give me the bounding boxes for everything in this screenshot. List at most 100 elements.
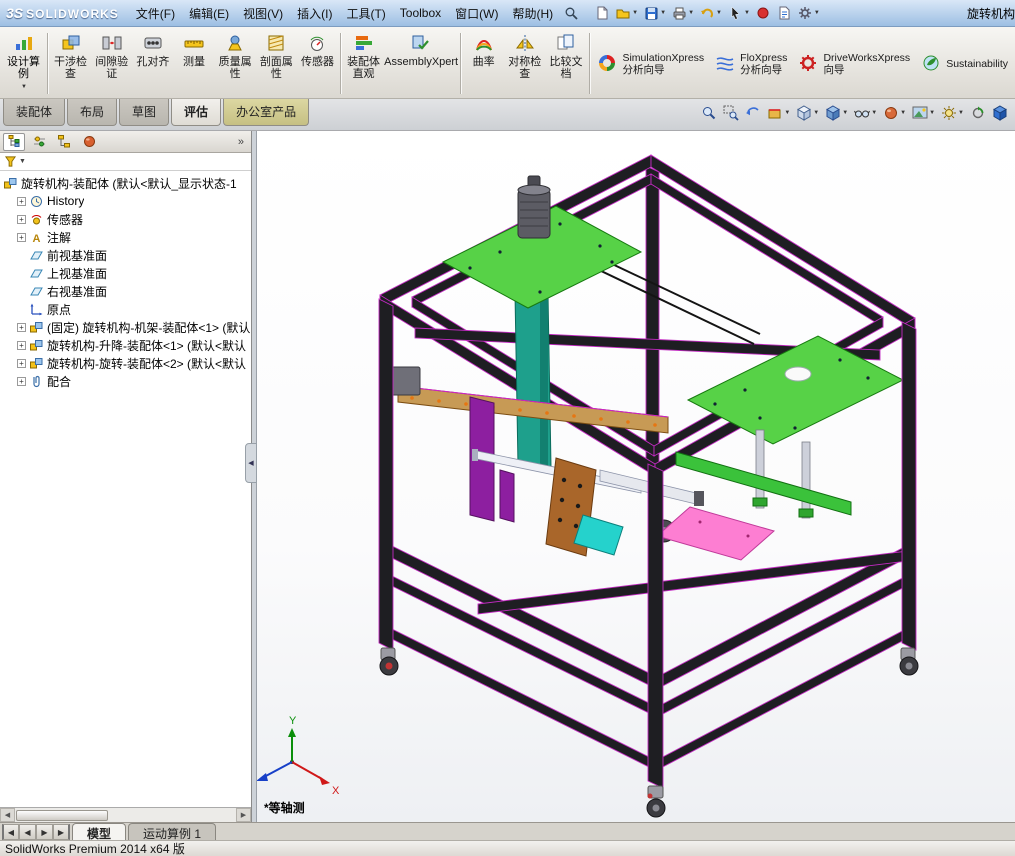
zoom-area-icon[interactable] [721,102,741,124]
dropdown-arrow-icon[interactable]: ▼ [21,81,27,93]
rebuild-icon[interactable] [753,2,773,24]
scroll-left-icon[interactable]: ◀ [0,808,15,822]
expand-icon[interactable]: + [17,232,26,242]
save-icon[interactable]: ▼ [641,2,668,24]
model-canvas[interactable]: Y X Z [257,131,1015,822]
expand-icon[interactable]: + [17,196,26,206]
last-tab-icon[interactable]: ▶ [53,824,70,840]
tree-item-lift-assembly[interactable]: + 旋转机构-升降-装配体<1> (默认<默认 [0,336,251,354]
feature-manager-tab[interactable] [3,132,25,151]
sensors-button[interactable]: 传感器 [297,29,338,98]
tree-item-history[interactable]: + History [0,192,251,210]
expand-icon[interactable]: + [17,214,26,224]
display-style-icon[interactable]: ▼ [823,102,850,124]
simulationxpress-button[interactable]: SimulationXpress 分析向导 [591,29,709,98]
section-properties-button[interactable]: 剖面属性 [256,29,297,98]
dropdown-arrow-icon[interactable]: ▼ [814,10,820,16]
section-view-icon[interactable]: ▼ [765,102,792,124]
search-icon[interactable] [560,3,582,23]
dropdown-arrow-icon[interactable]: ▼ [632,10,638,16]
dropdown-arrow-icon[interactable]: ▼ [813,110,819,116]
tree-item-top-plane[interactable]: 上视基准面 [0,264,251,282]
tab-office-products[interactable]: 办公室产品 [223,99,310,126]
dropdown-arrow-icon[interactable]: ▼ [900,110,906,116]
tree-item-frame-assembly[interactable]: + (固定) 旋转机构-机架-装配体<1> (默认 [0,318,251,336]
tab-evaluate[interactable]: 评估 [171,99,222,126]
new-document-icon[interactable] [592,2,612,24]
menu-file[interactable]: 文件(F) [129,1,182,26]
view-settings-icon[interactable]: ▼ [939,102,966,124]
tree-item-origin[interactable]: 原点 [0,300,251,318]
menu-window[interactable]: 窗口(W) [448,1,505,26]
select-cursor-icon[interactable]: ▼ [725,2,752,24]
panel-horizontal-scrollbar[interactable]: ◀ ▶ [0,807,251,822]
dropdown-arrow-icon[interactable]: ▼ [716,10,722,16]
symmetry-check-button[interactable]: 对称检查 [504,29,545,98]
expand-icon[interactable]: + [17,340,26,350]
previous-view-icon[interactable] [743,102,763,124]
view-orientation-icon[interactable]: ▼ [794,102,821,124]
filter-dropdown-icon[interactable]: ▼ [19,158,26,165]
tree-item-rotate-assembly[interactable]: + 旋转机构-旋转-装配体<2> (默认<默认 [0,354,251,372]
tree-item-annotations[interactable]: + A 注解 [0,228,251,246]
open-icon[interactable]: ▼ [613,2,640,24]
measure-button[interactable]: 测量 [173,29,214,98]
display-manager-tab[interactable] [78,133,100,151]
configuration-manager-tab[interactable] [53,133,75,151]
first-tab-icon[interactable]: ◀ [2,824,19,840]
scroll-right-icon[interactable]: ▶ [236,808,251,822]
assemblyxpert-button[interactable]: AssemblyXpert [384,29,458,98]
print-icon[interactable]: ▼ [669,2,696,24]
rotate-view-icon[interactable] [968,102,988,124]
menu-help[interactable]: 帮助(H) [505,1,560,26]
prev-tab-icon[interactable]: ◀ [19,824,36,840]
options-icon[interactable]: ▼ [795,2,822,24]
menu-edit[interactable]: 编辑(E) [182,1,236,26]
expand-icon[interactable]: + [17,358,26,368]
tree-filter-row[interactable]: ▼ [0,153,251,171]
edit-appearance-icon[interactable]: ▼ [881,102,908,124]
curvature-button[interactable]: 曲率 [463,29,504,98]
dropdown-arrow-icon[interactable]: ▼ [744,10,750,16]
tree-item-mates[interactable]: + 配合 [0,372,251,390]
driveworksxpress-button[interactable]: DriveWorksXpress 向导 [792,29,915,98]
design-study-button[interactable]: 设计算例 ▼ [2,29,45,98]
dropdown-arrow-icon[interactable]: ▼ [929,110,935,116]
dropdown-arrow-icon[interactable]: ▼ [784,110,790,116]
sustainability-button[interactable]: Sustainability [915,29,1013,98]
clearance-verification-button[interactable]: 间隙验证 [91,29,132,98]
menu-toolbox[interactable]: Toolbox [393,2,448,24]
dropdown-arrow-icon[interactable]: ▼ [842,110,848,116]
tab-layout[interactable]: 布局 [67,99,118,126]
tree-item-front-plane[interactable]: 前视基准面 [0,246,251,264]
hide-show-items-icon[interactable]: ▼ [852,102,879,124]
tree-item-sensors[interactable]: + 传感器 [0,210,251,228]
dropdown-arrow-icon[interactable]: ▼ [660,10,666,16]
expand-icon[interactable]: + [17,376,26,386]
assembly-visualization-button[interactable]: 装配体直观 [343,29,384,98]
tree-item-right-plane[interactable]: 右视基准面 [0,282,251,300]
floxpress-button[interactable]: FloXpress 分析向导 [709,29,792,98]
next-tab-icon[interactable]: ▶ [36,824,53,840]
compare-documents-button[interactable]: 比较文档 [545,29,586,98]
expand-icon[interactable]: + [17,322,26,332]
hole-alignment-button[interactable]: 孔对齐 [132,29,173,98]
property-manager-tab[interactable] [28,133,50,151]
tree-item-root[interactable]: 旋转机构-装配体 (默认<默认_显示状态-1 [0,174,251,192]
file-properties-icon[interactable] [774,2,794,24]
mass-properties-button[interactable]: 质量属性 [215,29,256,98]
menu-view[interactable]: 视图(V) [236,1,290,26]
menu-insert[interactable]: 插入(I) [290,1,339,26]
scrollbar-thumb[interactable] [16,809,108,821]
apply-scene-icon[interactable]: ▼ [910,102,937,124]
view-cube-icon[interactable] [990,102,1010,124]
collapse-panel-icon[interactable]: ◀ [245,443,257,483]
front-leg[interactable] [646,463,666,818]
dropdown-arrow-icon[interactable]: ▼ [871,110,877,116]
interference-check-button[interactable]: 干涉检查 [50,29,91,98]
dropdown-arrow-icon[interactable]: ▼ [688,10,694,16]
undo-icon[interactable]: ▼ [697,2,724,24]
graphics-viewport[interactable]: Y X Z *等轴测 [257,131,1015,822]
dropdown-arrow-icon[interactable]: ▼ [958,110,964,116]
panel-expand-chevrons-icon[interactable]: » [234,136,248,148]
